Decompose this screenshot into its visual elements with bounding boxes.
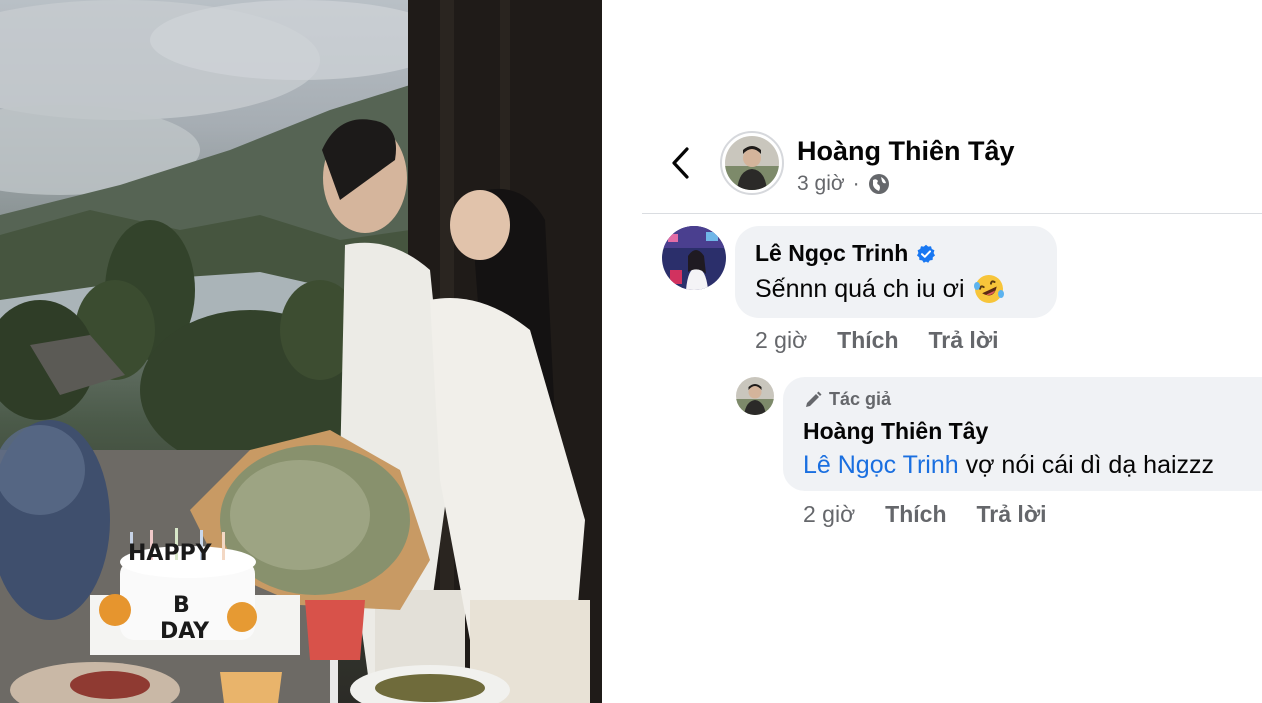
comment-time[interactable]: 2 giờ — [755, 327, 807, 354]
header-divider — [642, 213, 1262, 214]
author-badge-label: Tác giả — [829, 389, 892, 409]
meta-separator: · — [852, 172, 860, 195]
post-meta: 3 giờ · — [797, 172, 890, 196]
author-badge: Tác giả — [803, 389, 1262, 410]
commenter-avatar-image — [662, 226, 726, 290]
couple-birthday-photo: HAPPY B DAY — [0, 0, 602, 703]
comment-text-row: Sếnnn quá ch iu ơi — [755, 273, 1037, 305]
verified-badge-icon — [917, 244, 936, 263]
globe-icon — [868, 174, 889, 194]
rolling-on-floor-laughing-emoji — [973, 275, 1004, 303]
post-time[interactable]: 3 giờ — [797, 172, 845, 196]
reply-text: vợ nói cái dì dạ haizzz — [958, 451, 1215, 479]
cake-text-happy: HAPPY — [128, 541, 213, 566]
comment-author-row: Lê Ngọc Trinh — [755, 240, 1037, 267]
reply-author[interactable]: Hoàng Thiên Tây — [803, 418, 1262, 445]
comment-author[interactable]: Lê Ngọc Trinh — [755, 240, 908, 267]
reply-reply-button[interactable]: Trả lời — [977, 501, 1047, 528]
reply-avatar-image — [736, 377, 774, 415]
author-avatar-image — [725, 136, 779, 190]
back-button[interactable] — [660, 140, 700, 186]
reply-like-button[interactable]: Thích — [885, 501, 946, 528]
commenter-avatar[interactable] — [662, 226, 726, 290]
comment-reply-button[interactable]: Trả lời — [929, 327, 999, 354]
chevron-left-icon — [672, 147, 689, 179]
comment-panel: Hoàng Thiên Tây 3 giờ · Lê Ngọc Trinh Sế… — [602, 0, 1262, 703]
post-author-avatar[interactable] — [720, 131, 784, 195]
post-author-name[interactable]: Hoàng Thiên Tây — [797, 136, 1015, 167]
cake-text-b: B — [173, 593, 190, 618]
reply-time[interactable]: 2 giờ — [803, 501, 855, 528]
post-photo[interactable]: HAPPY B DAY — [0, 0, 602, 703]
reply-author-avatar[interactable] — [736, 377, 774, 415]
reply-mention-link[interactable]: Lê Ngọc Trinh — [803, 451, 959, 479]
comment-actions: 2 giờ Thích Trả lời — [755, 327, 999, 354]
comment-text: Sếnnn quá ch iu ơi — [755, 274, 965, 303]
comment-bubble: Lê Ngọc Trinh Sếnnn quá ch iu ơi — [735, 226, 1057, 318]
comment-like-button[interactable]: Thích — [837, 327, 898, 354]
cake-text-day: DAY — [160, 619, 210, 644]
reply-text-row: Lê Ngọc Trinh vợ nói cái dì dạ haizzz — [803, 451, 1262, 480]
reply-actions: 2 giờ Thích Trả lời — [803, 501, 1047, 528]
pencil-icon — [806, 391, 822, 407]
reply-bubble: Tác giả Hoàng Thiên Tây Lê Ngọc Trinh vợ… — [783, 377, 1262, 491]
